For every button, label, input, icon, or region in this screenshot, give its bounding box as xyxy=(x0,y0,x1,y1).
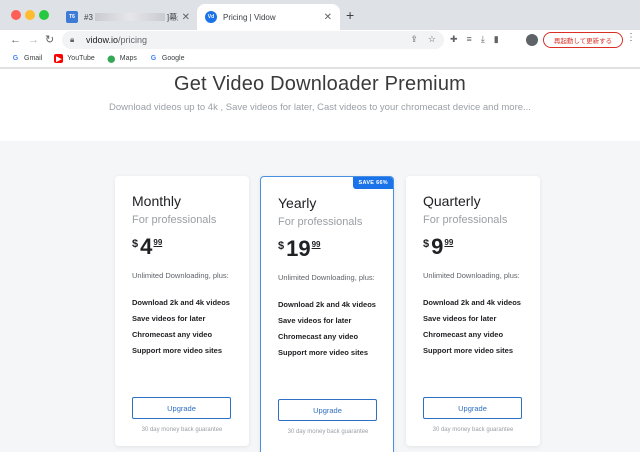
feature-item: Chromecast any video xyxy=(132,330,213,339)
extensions-icon[interactable]: ✚ xyxy=(450,34,458,45)
feature-intro: Unlimited Downloading, plus: xyxy=(278,273,375,282)
plan-audience: For professionals xyxy=(132,214,217,226)
money-back-guarantee: 30 day money back guarantee xyxy=(287,429,369,435)
url-path: /pricing xyxy=(118,35,148,45)
new-tab-icon[interactable]: + xyxy=(346,8,354,22)
tab-title: #3]幕删计 xyxy=(84,12,178,22)
maps-icon: ⬤ xyxy=(107,55,116,63)
feature-item: Chromecast any video xyxy=(278,332,359,341)
plan-name: Monthly xyxy=(132,193,182,209)
bookmark-youtube[interactable]: ▶ YouTube xyxy=(54,54,95,63)
browser-toolbar: ← → ↻ 🔒︎ vidow.io/pricing ⇪ ☆ ✚ ≡ ⤓ ▮ 再起… xyxy=(0,30,640,50)
feature-item: Save videos for later xyxy=(132,314,206,323)
maximize-window-button[interactable] xyxy=(39,10,49,20)
plan-audience: For professionals xyxy=(423,214,508,226)
plan-name: Quarterly xyxy=(423,193,481,209)
page-title: Get Video Downloader Premium xyxy=(173,73,467,95)
address-bar[interactable]: 🔒︎ vidow.io/pricing ⇪ ☆ xyxy=(62,31,444,49)
side-panel-icon[interactable]: ▮ xyxy=(494,34,499,45)
plan-price: $ 9 99 xyxy=(423,234,454,259)
feature-item: Download 2k and 4k videos xyxy=(423,298,521,307)
google-icon: G xyxy=(12,55,19,62)
google-icon: G xyxy=(150,55,157,62)
upgrade-button-monthly[interactable]: Upgrade xyxy=(132,397,231,419)
vidow-favicon-icon: Vd xyxy=(205,11,217,23)
plan-card-monthly: Monthly For professionals $ 4 99 Unlimit… xyxy=(115,176,249,446)
minimize-window-button[interactable] xyxy=(25,10,35,20)
menu-icon[interactable]: ⋮ xyxy=(626,32,636,43)
page-subtitle: Download videos up to 4k , Save videos f… xyxy=(109,102,531,113)
feature-item: Chromecast any video xyxy=(423,330,504,339)
tab-active[interactable]: Vd Pricing | Vidow ✕ xyxy=(197,4,340,30)
plan-name: Yearly xyxy=(278,195,317,211)
feature-list: Download 2k and 4k videos Save videos fo… xyxy=(423,297,527,361)
feature-item: Support more video sites xyxy=(278,348,369,357)
forward-icon[interactable]: → xyxy=(28,33,39,47)
feature-item: Save videos for later xyxy=(423,314,497,323)
plan-card-yearly: SAVE 66% Yearly For professionals $ 19 9… xyxy=(260,176,394,452)
feature-list: Download 2k and 4k videos Save videos fo… xyxy=(132,297,236,361)
bookmark-star-icon[interactable]: ☆ xyxy=(428,34,436,45)
money-back-guarantee: 30 day money back guarantee xyxy=(141,427,223,433)
money-back-guarantee: 30 day money back guarantee xyxy=(432,427,514,433)
tab-strip: T6 #3]幕删计 ✕ Vd Pricing | Vidow ✕ + xyxy=(0,0,640,30)
feature-intro: Unlimited Downloading, plus: xyxy=(132,271,229,280)
feature-intro: Unlimited Downloading, plus: xyxy=(423,271,520,280)
feature-item: Download 2k and 4k videos xyxy=(132,298,230,307)
feature-item: Save videos for later xyxy=(278,316,352,325)
bookmark-google[interactable]: G Google xyxy=(149,54,185,63)
page-content: Get Video Downloader Premium Download vi… xyxy=(0,69,640,452)
upgrade-button-yearly[interactable]: Upgrade xyxy=(278,399,377,421)
tab-favicon-icon: T6 xyxy=(66,11,78,23)
upgrade-button-quarterly[interactable]: Upgrade xyxy=(423,397,522,419)
share-icon[interactable]: ⇪ xyxy=(410,34,418,45)
tab-title: Pricing | Vidow xyxy=(223,12,276,22)
bookmark-gmail[interactable]: G Gmail xyxy=(11,54,43,63)
tab-close-icon[interactable]: ✕ xyxy=(324,12,332,23)
tab-close-icon[interactable]: ✕ xyxy=(182,12,190,23)
plan-price: $ 4 99 xyxy=(132,234,163,259)
lock-icon: 🔒︎ xyxy=(70,35,75,44)
download-icon[interactable]: ⤓ xyxy=(481,34,485,45)
back-icon[interactable]: ← xyxy=(10,33,21,47)
reading-list-icon[interactable]: ≡ xyxy=(467,34,472,45)
profile-avatar[interactable] xyxy=(526,34,538,46)
tab-inactive[interactable]: T6 #3]幕删计 ✕ xyxy=(58,4,198,30)
hero-section: Get Video Downloader Premium Download vi… xyxy=(0,69,640,141)
relaunch-update-button[interactable]: 再起動して更新する xyxy=(543,32,623,48)
plan-card-quarterly: Quarterly For professionals $ 9 99 Unlim… xyxy=(406,176,540,446)
feature-list: Download 2k and 4k videos Save videos fo… xyxy=(278,299,382,363)
url-host: vidow.io xyxy=(86,35,119,45)
feature-item: Support more video sites xyxy=(423,346,514,355)
reload-icon[interactable]: ↻ xyxy=(45,33,54,47)
plan-price: $ 19 99 xyxy=(278,236,321,261)
bookmarks-bar: G Gmail ▶ YouTube ⬤ Maps G Google xyxy=(0,50,640,68)
bookmark-maps[interactable]: ⬤ Maps xyxy=(107,54,137,63)
feature-item: Support more video sites xyxy=(132,346,223,355)
close-window-button[interactable] xyxy=(11,10,21,20)
save-badge: SAVE 66% xyxy=(353,177,393,189)
feature-item: Download 2k and 4k videos xyxy=(278,300,376,309)
plan-audience: For professionals xyxy=(278,216,363,228)
youtube-icon: ▶ xyxy=(54,54,64,63)
